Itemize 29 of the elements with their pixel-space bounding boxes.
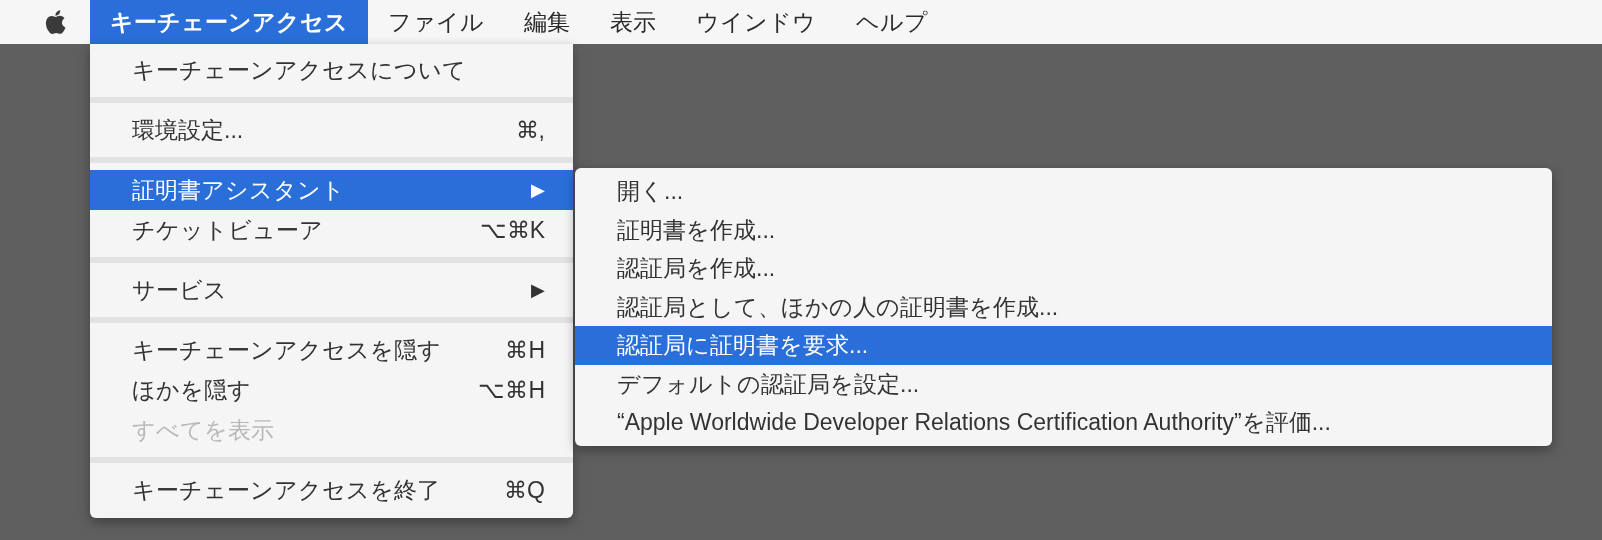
- menu-item[interactable]: キーチェーンアクセスを隠す ⌘H: [90, 330, 573, 370]
- menu-item[interactable]: チケットビューア ⌥⌘K: [90, 210, 573, 250]
- apple-logo-icon[interactable]: [44, 9, 66, 35]
- shortcut-label: ⌥⌘H: [478, 375, 545, 405]
- menu-bar-item[interactable]: ファイル: [368, 0, 504, 44]
- menu-bar-item[interactable]: ウインドウ: [676, 0, 836, 44]
- submenu-arrow-icon: ▶: [531, 276, 545, 304]
- menu-bar-item[interactable]: 表示: [590, 0, 676, 44]
- menu-bar-item[interactable]: ヘルプ: [836, 0, 948, 44]
- submenu-item[interactable]: “Apple Worldwide Developer Relations Certification Authority”を評価...: [575, 403, 1552, 442]
- menu-item[interactable]: 環境設定... ⌘,: [90, 110, 573, 150]
- submenu-arrow-icon: ▶: [531, 176, 545, 204]
- submenu-item[interactable]: デフォルトの認証局を設定...: [575, 364, 1552, 403]
- shortcut-label: ⌘,: [515, 115, 545, 145]
- submenu-item[interactable]: 認証局として、ほかの人の証明書を作成...: [575, 287, 1552, 326]
- shortcut-label: ⌥⌘K: [479, 215, 545, 245]
- menu-item[interactable]: ほかを隠す ⌥⌘H: [90, 370, 573, 410]
- submenu-item[interactable]: 開く...: [575, 172, 1552, 211]
- submenu-item[interactable]: 証明書を作成...: [575, 210, 1552, 249]
- submenu-item[interactable]: 認証局に証明書を要求...: [575, 326, 1552, 365]
- submenu-item[interactable]: 認証局を作成...: [575, 249, 1552, 288]
- menu-bar-item[interactable]: キーチェーンアクセス: [90, 0, 368, 44]
- shortcut-label: ⌘H: [505, 335, 545, 365]
- shortcut-label: ⌘Q: [504, 475, 545, 505]
- menu-item[interactable]: サービス ▶: [90, 270, 573, 310]
- menu-bar-item[interactable]: 編集: [504, 0, 590, 44]
- menu-item[interactable]: キーチェーンアクセスについて: [90, 50, 573, 90]
- menu-item[interactable]: 証明書アシスタント ▶: [90, 170, 573, 210]
- menu-item[interactable]: キーチェーンアクセスを終了 ⌘Q: [90, 470, 573, 510]
